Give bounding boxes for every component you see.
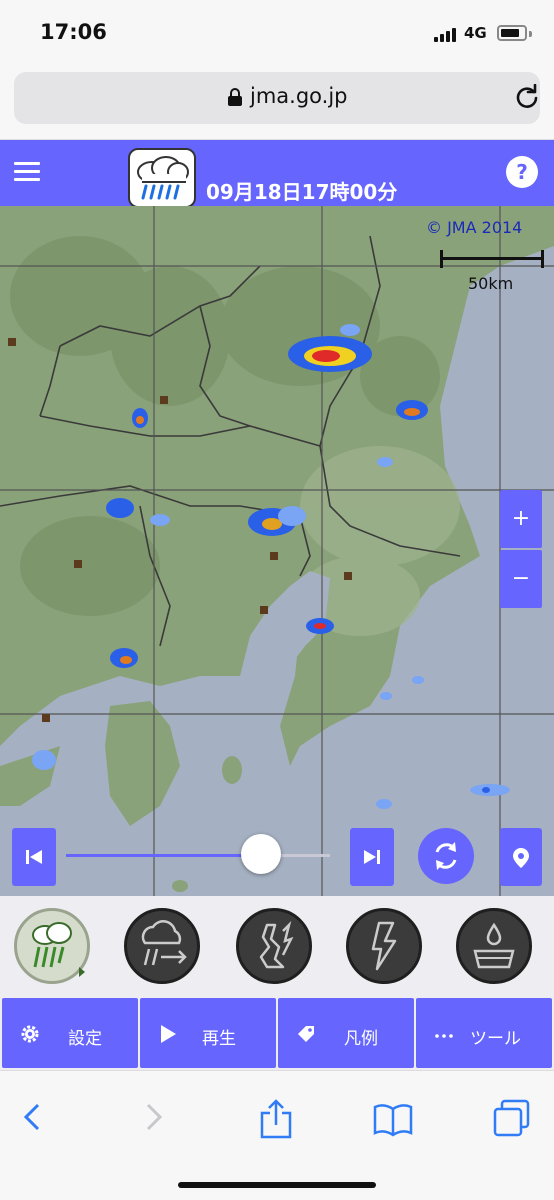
help-button[interactable]: ? (506, 156, 538, 188)
tools-button[interactable]: ツール (416, 998, 552, 1068)
network-label: 4G (464, 24, 487, 42)
time-slider-track[interactable] (66, 854, 330, 857)
gear-icon (21, 1025, 39, 1043)
legend-button[interactable]: 凡例 (278, 998, 414, 1068)
tabs-icon[interactable] (492, 1099, 532, 1139)
tornado-icon (259, 920, 294, 969)
layer-rain-forecast-button[interactable] (124, 908, 200, 984)
skip-back-icon (26, 850, 42, 864)
skip-forward-icon (364, 850, 380, 864)
tag-icon (298, 1026, 314, 1042)
settings-button[interactable]: 設定 (2, 998, 138, 1068)
refresh-icon (435, 842, 457, 870)
share-icon[interactable] (256, 1099, 296, 1139)
refresh-button[interactable] (418, 828, 474, 884)
current-location-button[interactable] (500, 828, 542, 886)
scale-label: 50km (468, 274, 514, 293)
location-pin-icon (513, 848, 529, 868)
legend-label: 凡例 (344, 1029, 378, 1049)
address-bar[interactable]: jma.go.jp (14, 72, 540, 124)
play-button[interactable]: 再生 (140, 998, 276, 1068)
rain-radar-logo-icon (128, 148, 196, 208)
lock-icon (228, 88, 242, 106)
play-icon (161, 1025, 176, 1043)
layer-selector (0, 896, 554, 996)
url-text: jma.go.jp (250, 84, 348, 108)
radar-map[interactable]: © JMA 2014 50km + − (0, 206, 554, 896)
hamburger-menu-icon[interactable] (14, 162, 40, 182)
status-time: 17:06 (40, 20, 107, 44)
home-indicator (178, 1182, 376, 1188)
app-header: 09月18日17時00分 ? (0, 140, 554, 208)
forward-chevron-icon[interactable] (140, 1099, 166, 1135)
layer-rain-radar-button[interactable] (14, 908, 90, 984)
reload-icon[interactable] (514, 84, 540, 110)
map-canvas (0, 206, 554, 896)
play-label: 再生 (202, 1029, 236, 1049)
observation-datetime: 09月18日17時00分 (206, 180, 398, 204)
bookmarks-icon[interactable] (372, 1099, 414, 1139)
tools-label: ツール (470, 1029, 521, 1049)
next-frame-button[interactable] (350, 828, 394, 886)
back-chevron-icon[interactable] (20, 1099, 46, 1135)
lightning-icon (371, 921, 397, 971)
previous-frame-button[interactable] (12, 828, 56, 886)
status-bar: 17:06 4G (0, 0, 554, 66)
layer-precipitation-button[interactable] (456, 908, 532, 984)
more-dots-icon (435, 1034, 453, 1038)
signal-icon (434, 28, 458, 42)
zoom-out-button[interactable]: − (500, 550, 542, 608)
browser-toolbar (0, 1070, 554, 1200)
settings-label: 設定 (68, 1029, 102, 1049)
browser-address-area: jma.go.jp (0, 66, 554, 140)
zoom-in-button[interactable]: + (500, 490, 542, 548)
map-copyright: © JMA 2014 (426, 218, 523, 237)
cloud-rain-icon (32, 922, 85, 977)
layer-lightning-button[interactable] (346, 908, 422, 984)
cloud-arrow-icon (141, 920, 187, 966)
bottom-menu: 設定 再生 凡例 ツール (0, 996, 554, 1070)
water-drop-icon (473, 922, 515, 969)
layer-tornado-button[interactable] (236, 908, 312, 984)
time-slider-fill (66, 854, 262, 857)
scale-bar (440, 250, 544, 270)
battery-icon (497, 25, 532, 41)
